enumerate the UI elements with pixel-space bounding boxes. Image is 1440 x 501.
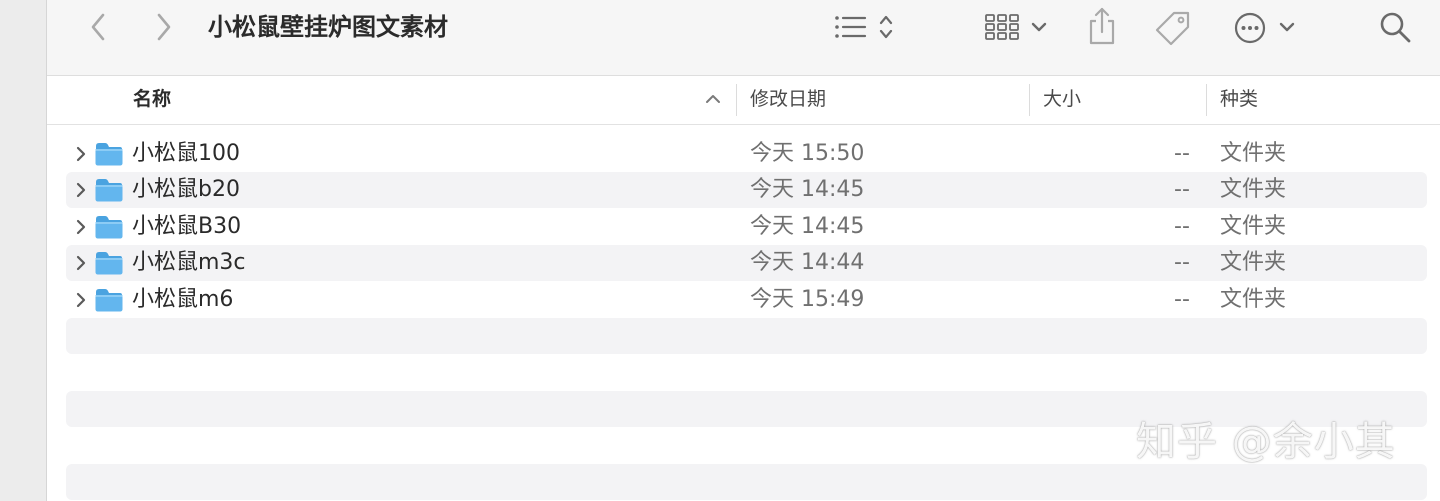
file-row[interactable]: 小松鼠m6 今天 15:49 -- 文件夹 [66,282,1427,318]
empty-row [66,354,1427,390]
file-name: 小松鼠m6 [132,287,234,312]
grid-view-button[interactable] [982,12,1022,42]
more-icon [1234,12,1266,44]
file-date: 今天 15:49 [750,287,865,312]
finder-window: 小松鼠壁挂炉图文素材 名称 修改日期 大小 种类 小松鼠100 今天 15:50… [0,0,1440,501]
file-kind: 文件夹 [1220,250,1287,275]
file-kind: 文件夹 [1220,214,1287,239]
more-actions-button[interactable] [1232,10,1268,46]
sort-button[interactable] [876,12,896,42]
column-divider[interactable] [736,84,737,116]
folder-icon [94,214,124,240]
chevron-right-icon [157,13,171,41]
file-size: -- [1174,177,1190,202]
file-kind: 文件夹 [1220,141,1287,166]
back-button[interactable] [86,10,110,44]
file-name: 小松鼠B30 [132,214,242,239]
file-size: -- [1174,214,1190,239]
grid-view-icon [985,14,1019,40]
column-size-header[interactable]: 大小 [1043,76,1081,124]
share-button[interactable] [1084,4,1120,48]
folder-icon [94,250,124,276]
share-icon [1089,7,1115,45]
more-actions-menu-button[interactable] [1278,14,1296,40]
file-date: 今天 14:44 [750,250,865,275]
file-row[interactable]: 小松鼠b20 今天 14:45 -- 文件夹 [66,172,1427,208]
folder-icon [94,287,124,313]
disclosure-chevron-icon[interactable] [74,218,88,236]
grid-view-menu-button[interactable] [1030,14,1048,40]
file-size: -- [1174,287,1190,312]
file-size: -- [1174,141,1190,166]
chevron-up-icon [706,95,720,103]
column-kind-header[interactable]: 种类 [1220,76,1258,124]
column-divider[interactable] [1029,84,1030,116]
disclosure-chevron-icon[interactable] [74,254,88,272]
search-button[interactable] [1376,8,1414,46]
file-row[interactable]: 小松鼠100 今天 15:50 -- 文件夹 [66,136,1427,172]
window-title: 小松鼠壁挂炉图文素材 [208,13,448,41]
column-date-header[interactable]: 修改日期 [750,76,826,124]
list-view-button[interactable] [830,12,870,42]
file-date: 今天 14:45 [750,177,865,202]
column-divider[interactable] [1206,84,1207,116]
sort-direction-indicator[interactable] [704,90,722,108]
file-date: 今天 15:50 [750,141,865,166]
column-name-header[interactable]: 名称 [133,76,171,124]
file-kind: 文件夹 [1220,177,1287,202]
chevron-down-icon [1031,22,1047,32]
disclosure-chevron-icon[interactable] [74,145,88,163]
forward-button[interactable] [152,10,176,44]
file-date: 今天 14:45 [750,214,865,239]
file-kind: 文件夹 [1220,287,1287,312]
file-name: 小松鼠m3c [132,250,246,275]
folder-icon [94,177,124,203]
empty-row [66,318,1427,354]
folder-icon [94,141,124,167]
disclosure-chevron-icon[interactable] [74,291,88,309]
chevron-left-icon [91,13,105,41]
sort-updown-icon [879,15,893,39]
file-row[interactable]: 小松鼠B30 今天 14:45 -- 文件夹 [66,209,1427,245]
file-name: 小松鼠b20 [132,177,240,202]
watermark: 知乎 @余小其 [1136,419,1396,465]
chevron-down-icon [1279,22,1295,32]
sidebar-edge [0,0,47,501]
list-view-icon [835,16,867,38]
file-name: 小松鼠100 [132,141,240,166]
tag-icon [1155,11,1190,46]
search-icon [1380,12,1411,43]
disclosure-chevron-icon[interactable] [74,181,88,199]
file-size: -- [1174,250,1190,275]
tag-button[interactable] [1152,8,1194,48]
file-row[interactable]: 小松鼠m3c 今天 14:44 -- 文件夹 [66,245,1427,281]
